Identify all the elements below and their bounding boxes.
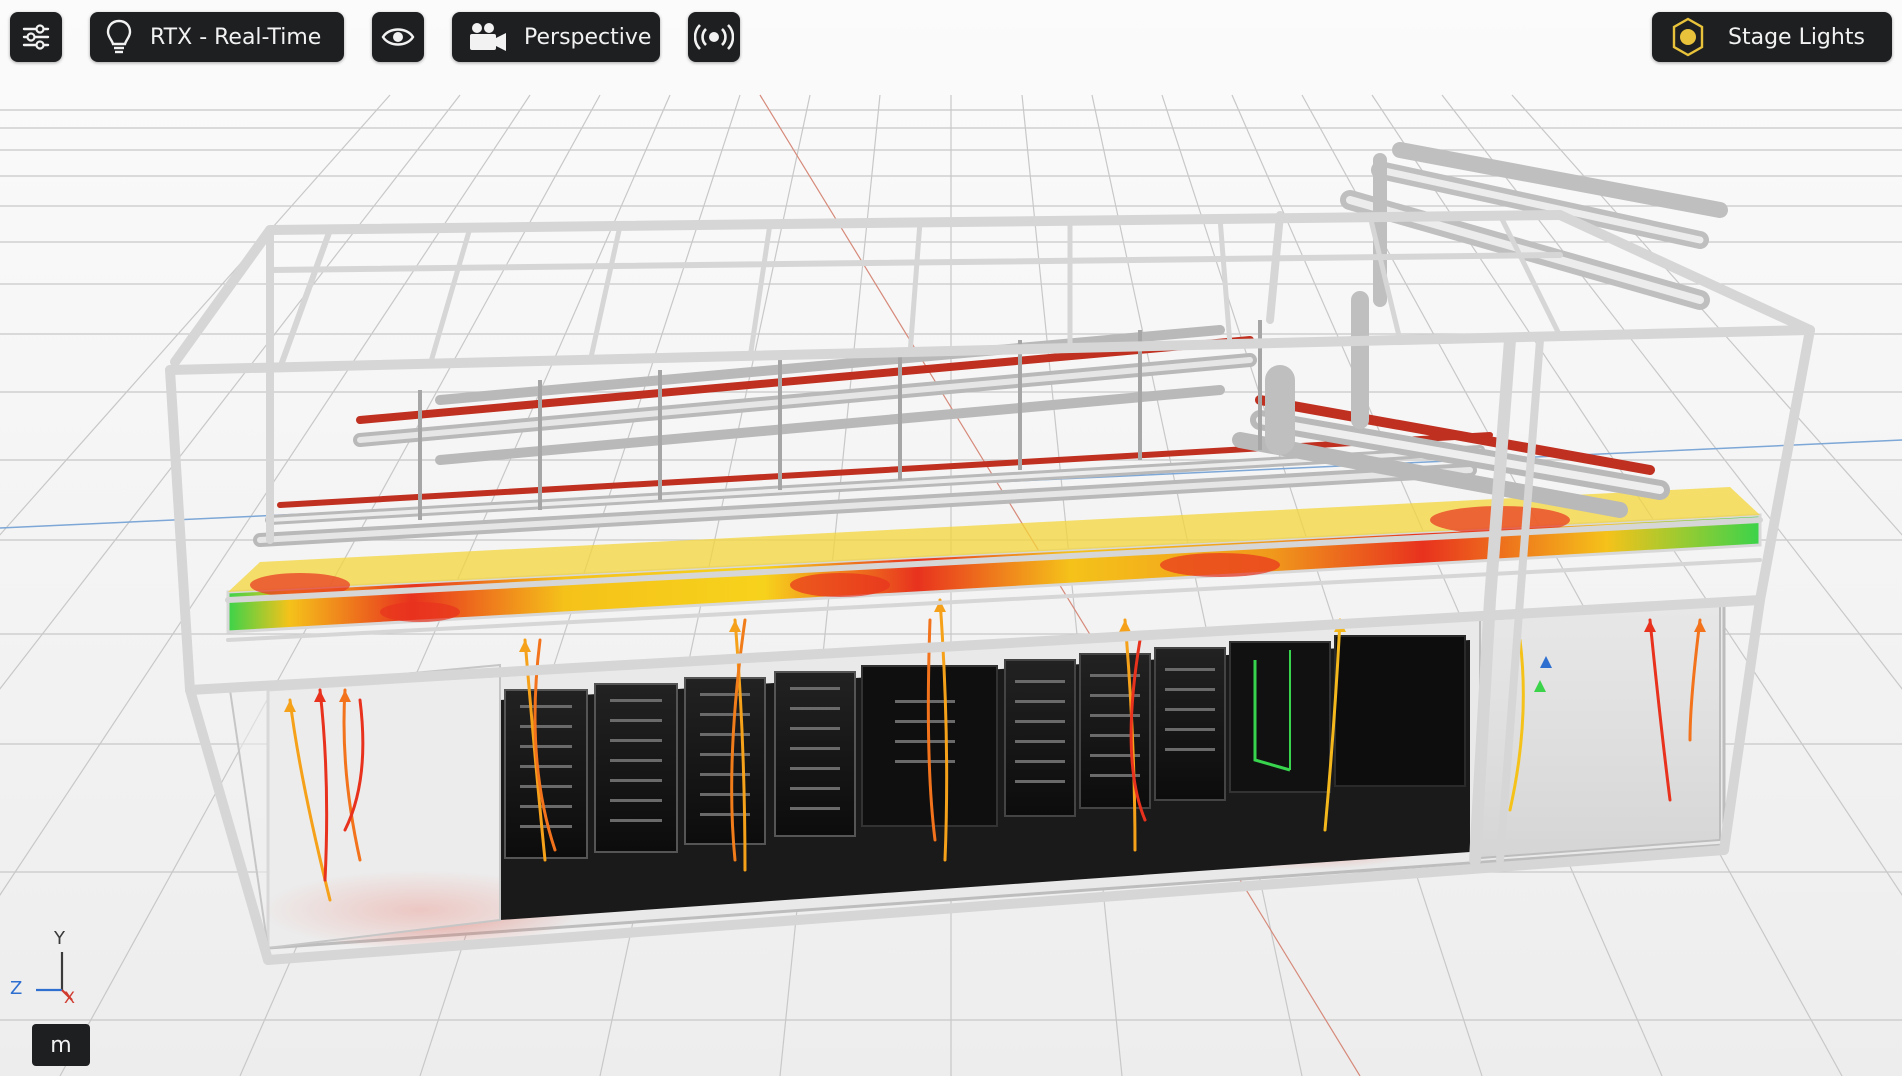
lightbulb-icon [106,19,132,55]
units-label: m [50,1032,72,1058]
render-mode-label: RTX - Real-Time [150,24,322,50]
axis-y-label: Y [54,928,65,949]
server-rack [684,677,766,845]
server-rack [594,683,678,853]
server-rack [774,671,856,837]
movie-camera-icon [468,21,508,53]
server-rack [1334,635,1466,787]
visibility-button[interactable] [372,12,424,62]
settings-button[interactable] [10,12,62,62]
eye-icon [381,25,415,49]
camera-label: Perspective [524,24,652,50]
axis-z-label: Z [10,978,23,999]
glass-partition [228,663,501,950]
lighting-label: Stage Lights [1728,24,1865,50]
units-button[interactable]: m [32,1024,90,1066]
axis-x-label: X [64,988,75,1007]
lighting-button[interactable]: Stage Lights [1652,12,1892,62]
viewport[interactable]: RTX - Real-Time Perspective Stage Lights… [0,0,1902,1076]
camera-button[interactable]: Perspective [452,12,660,62]
server-rack [504,689,588,859]
server-rack [1079,653,1151,809]
server-rack [1229,641,1331,793]
sliders-icon [21,23,51,51]
axis-gizmo: Y Z X [6,928,96,1010]
broadcast-icon [694,22,734,52]
render-mode-button[interactable]: RTX - Real-Time [90,12,344,62]
scene-canvas[interactable] [0,0,1902,1076]
server-rack [1004,659,1076,817]
sun-icon [1668,17,1708,57]
live-sync-button[interactable] [688,12,740,62]
